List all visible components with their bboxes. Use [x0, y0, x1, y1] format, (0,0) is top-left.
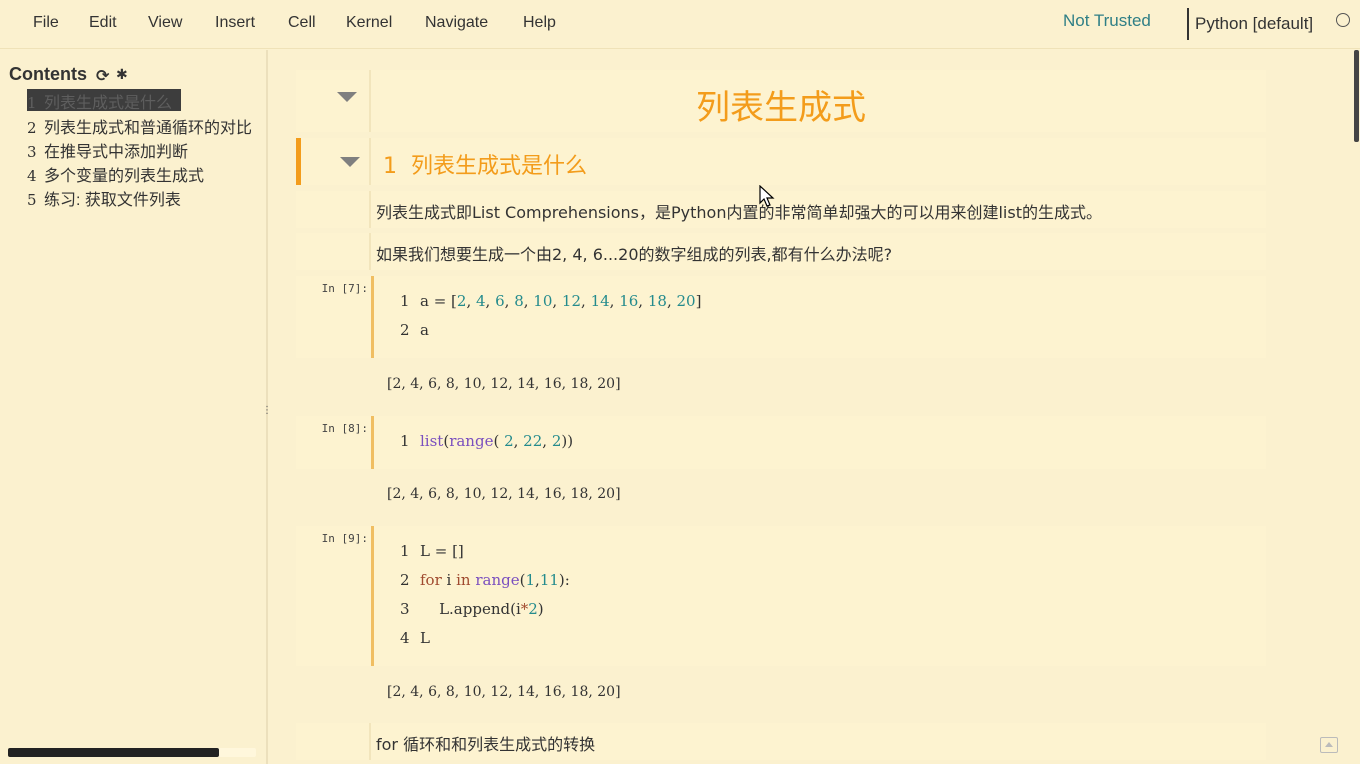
scroll-to-top-icon[interactable] [1320, 737, 1338, 753]
cell-output: [2, 4, 6, 8, 10, 12, 14, 16, 18, 20] [387, 486, 621, 502]
menu-file[interactable]: File [33, 14, 59, 32]
refresh-icon[interactable]: ⟳ [96, 66, 109, 85]
horizontal-scrollbar[interactable] [8, 748, 256, 757]
section-heading: 1 列表生成式是什么 [383, 154, 588, 179]
cell-output: [2, 4, 6, 8, 10, 12, 14, 16, 18, 20] [387, 376, 621, 392]
menu-view[interactable]: View [148, 14, 182, 32]
kernel-idle-icon [1336, 13, 1350, 27]
menu-help[interactable]: Help [523, 14, 556, 32]
md-cell-intro[interactable]: 列表生成式即List Comprehensions，是Python内置的非常简单… [296, 191, 1266, 228]
menu-navigate[interactable]: Navigate [425, 14, 488, 32]
mouse-cursor-icon [759, 185, 775, 207]
trust-indicator[interactable]: Not Trusted [1063, 11, 1151, 31]
code-line: 3 L.append(i*2) [400, 600, 544, 618]
markdown-text: for 循环和和列表生成式的转换 [376, 735, 596, 754]
toc-item-4[interactable]: 4 多个变量的列表生成式 [27, 162, 259, 186]
md-cell-conversion[interactable]: for 循环和和列表生成式的转换 [296, 723, 1266, 760]
code-line: 1a = [2, 4, 6, 8, 10, 12, 14, 16, 18, 20… [400, 292, 702, 310]
kernel-name[interactable]: Python [default] [1195, 14, 1313, 34]
toc-item-3[interactable]: 3 在推导式中添加判断 [27, 138, 259, 162]
menu-cell[interactable]: Cell [288, 14, 316, 32]
code-line: 2a [400, 321, 429, 339]
sidebar-resize-handle[interactable]: ⋮ [262, 405, 272, 416]
code-line: 4L [400, 629, 430, 647]
selection-marker [296, 138, 301, 185]
menu-kernel[interactable]: Kernel [346, 14, 392, 32]
collapse-arrow-icon[interactable] [340, 157, 360, 167]
toc-item-1[interactable]: 1 列表生成式是什么 [27, 89, 181, 111]
vertical-scrollbar-thumb[interactable] [1354, 50, 1359, 142]
code-cell-9[interactable]: In [9]: 1L = [] 2 for i in range(1,11): 3… [296, 526, 1266, 666]
menubar: File Edit View Insert Cell Kernel Naviga… [0, 0, 1360, 49]
code-cell-8[interactable]: In [8]: 1 list(range( 2, 22, 2)) [296, 416, 1266, 469]
md-cell-title[interactable]: 列表生成式 [296, 70, 1266, 132]
toc-sidebar: Contents ⟳ ✱ 1 列表生成式是什么 2 列表生成式和普通循环的对比 3在… [0, 50, 272, 764]
input-prompt: In [9]: [321, 532, 368, 545]
cell-output: [2, 4, 6, 8, 10, 12, 14, 16, 18, 20] [387, 684, 621, 700]
code-line: 2 for i in range(1,11): [400, 571, 570, 589]
gear-icon[interactable]: ✱ [116, 67, 128, 83]
toc-item-2[interactable]: 2 列表生成式和普通循环的对比 [27, 114, 259, 138]
kernel-separator [1187, 8, 1189, 40]
scrollbar-thumb[interactable] [8, 748, 219, 757]
md-cell-question[interactable]: 如果我们想要生成一个由2, 4, 6...20的数字组成的列表,都有什么办法呢? [296, 233, 1266, 270]
toc-item-5[interactable]: 5 练习: 获取文件列表 [27, 186, 259, 210]
toc-title: Contents [9, 64, 87, 84]
menu-edit[interactable]: Edit [89, 14, 117, 32]
menu-insert[interactable]: Insert [215, 14, 255, 32]
code-line: 1L = [] [400, 542, 464, 560]
md-cell-section-1[interactable]: 1 列表生成式是什么 [296, 138, 1266, 185]
code-line: 1 list(range( 2, 22, 2)) [400, 432, 574, 450]
code-cell-7[interactable]: In [7]: 1a = [2, 4, 6, 8, 10, 12, 14, 16… [296, 276, 1266, 358]
notebook-title: 列表生成式 [696, 88, 866, 128]
input-prompt: In [8]: [321, 422, 368, 435]
input-prompt: In [7]: [321, 282, 368, 295]
markdown-text: 如果我们想要生成一个由2, 4, 6...20的数字组成的列表,都有什么办法呢? [376, 245, 893, 264]
markdown-text: 列表生成式即List Comprehensions，是Python内置的非常简单… [376, 203, 1102, 222]
